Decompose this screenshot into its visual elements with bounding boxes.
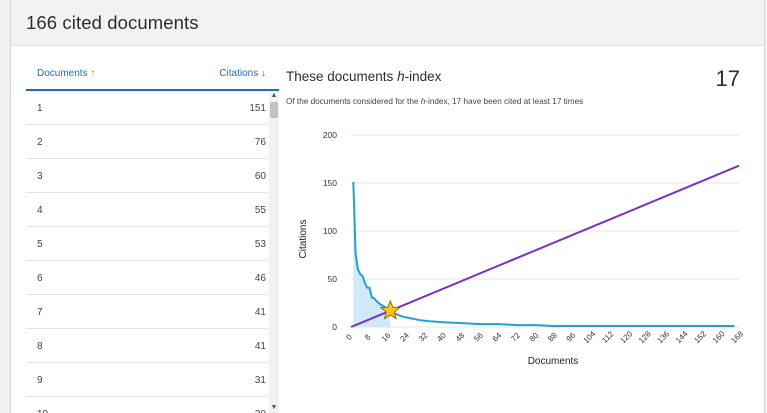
document-number: 9: [37, 375, 43, 386]
diagonal-series-line: [350, 164, 740, 328]
table-row: 2 76: [26, 125, 268, 159]
table-rows: 1 151 2 76 3 60 4 55 5 53 6 46 7 41 8 41 9 31 10 3…: [26, 91, 268, 413]
table-row: 3 60: [26, 159, 268, 193]
document-number: 6: [37, 273, 43, 284]
x-tick-label: 40: [435, 331, 448, 344]
x-tick-label: 0: [344, 332, 354, 342]
x-tick-label: 112: [600, 329, 616, 345]
hindex-title-prefix: These documents: [286, 69, 398, 84]
y-tick-label: 200: [323, 130, 337, 140]
page-header: 166 cited documents: [11, 0, 764, 46]
table-row: 4 55: [26, 193, 268, 227]
x-tick-label: 144: [674, 329, 690, 345]
table-row: 5 53: [26, 227, 268, 261]
x-tick-label: 48: [454, 331, 467, 344]
x-tick-label: 16: [380, 331, 393, 344]
x-tick-label: 56: [472, 331, 485, 344]
table-row: 10 30: [26, 397, 268, 413]
x-tick-label: 160: [711, 329, 727, 345]
y-tick-label: 50: [328, 274, 338, 284]
x-tick-label: 104: [582, 329, 598, 345]
table-row: 8 41: [26, 329, 268, 363]
documents-table: Documents ↑ Citations ↓ 1 151 2 76 3 60 4 55…: [26, 62, 279, 413]
x-tick-label: 64: [491, 331, 504, 344]
citation-count: 60: [254, 171, 266, 182]
citation-count: 76: [254, 137, 266, 148]
x-tick-label: 128: [637, 329, 653, 345]
citation-count: 151: [249, 103, 266, 114]
table-row: 7 41: [26, 295, 268, 329]
citations-series-line: [352, 182, 735, 328]
y-tick-label: 0: [332, 322, 337, 332]
sort-ascending-icon: ↑: [90, 68, 96, 79]
x-tick-label: 136: [655, 329, 671, 345]
citations-header-label: Citations: [219, 68, 259, 79]
x-axis-label: Documents: [528, 356, 579, 367]
hindex-desc-suffix: -index, 17 have been cited at least 17 t…: [425, 97, 584, 106]
hindex-desc-prefix: Of the documents considered for the: [286, 97, 421, 106]
page-title: 166 cited documents: [26, 12, 199, 33]
citation-count: 55: [254, 205, 266, 216]
document-number: 8: [37, 341, 43, 352]
x-tick-label: 96: [565, 331, 578, 344]
scrollbar-thumb[interactable]: [270, 102, 278, 118]
document-number: 10: [37, 409, 48, 413]
x-tick-label: 72: [509, 331, 522, 344]
y-axis-label: Citations: [298, 220, 309, 259]
document-number: 7: [37, 307, 43, 318]
hindex-title: These documents h-index: [286, 69, 441, 84]
table-row: 6 46: [26, 261, 268, 295]
citations-column-header[interactable]: Citations ↓: [219, 68, 266, 79]
documents-column-header[interactable]: Documents ↑: [37, 68, 95, 79]
table-row: 9 31: [26, 363, 268, 397]
x-tick-label: 152: [692, 329, 708, 345]
table-row: 1 151: [26, 91, 268, 125]
hindex-value: 17: [715, 66, 740, 91]
x-tick-label: 80: [528, 331, 541, 344]
hindex-title-italic: h: [397, 69, 405, 84]
hindex-area: [353, 182, 391, 327]
scroll-down-arrow-icon[interactable]: ▼: [269, 403, 279, 413]
citation-count: 41: [254, 307, 266, 318]
hindex-title-suffix: -index: [404, 69, 442, 84]
scroll-up-arrow-icon[interactable]: ▲: [269, 91, 279, 101]
x-tick-label: 88: [546, 331, 559, 344]
document-number: 2: [37, 137, 43, 148]
cited-documents-panel: 166 cited documents Documents ↑ Citation…: [10, 0, 765, 413]
table-scrollbar[interactable]: ▲ ▼: [269, 91, 279, 413]
x-tick-label: 168: [729, 329, 745, 345]
documents-header-label: Documents: [37, 68, 88, 79]
y-tick-label: 150: [323, 178, 337, 188]
x-tick-label: 120: [618, 329, 634, 345]
citation-count: 31: [254, 375, 266, 386]
citation-count: 53: [254, 239, 266, 250]
y-tick-label: 100: [323, 226, 337, 236]
document-number: 3: [37, 171, 43, 182]
x-tick-label: 32: [417, 331, 430, 344]
document-number: 5: [37, 239, 43, 250]
citation-count: 46: [254, 273, 266, 284]
hindex-description: Of the documents considered for the h-in…: [286, 97, 583, 106]
x-tick-label: 8: [363, 332, 373, 342]
x-tick-label: 24: [398, 331, 411, 344]
hindex-chart: 0501001502000 8 16 24 32 40 48 56 64 72 80 88 96 104 1…: [298, 130, 746, 367]
document-number: 4: [37, 205, 43, 216]
citation-count: 41: [254, 341, 266, 352]
document-number: 1: [37, 103, 43, 114]
citation-count: 30: [255, 409, 266, 413]
sort-descending-icon: ↓: [261, 68, 266, 79]
